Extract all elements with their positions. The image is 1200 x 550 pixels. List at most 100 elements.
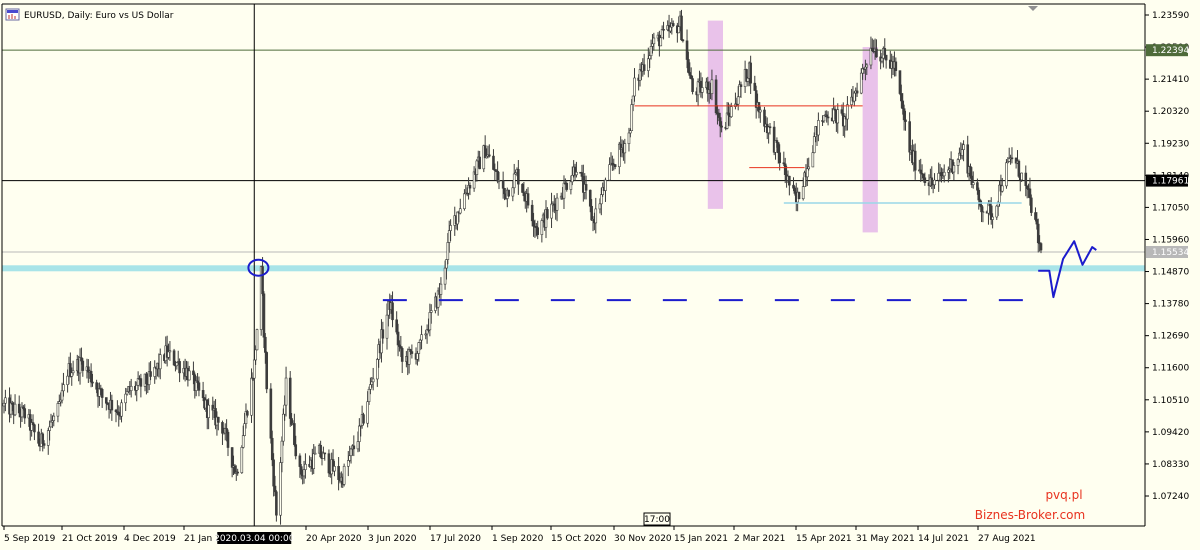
candle-body (898, 70, 902, 94)
candle-body (981, 211, 985, 213)
candle-body (298, 455, 302, 467)
candle-body (272, 459, 275, 487)
candle-body (565, 183, 569, 190)
candle-body (366, 401, 369, 424)
candle-body (66, 375, 69, 385)
candle-body (651, 43, 654, 47)
candle-body (46, 430, 50, 446)
candle-body (600, 194, 603, 205)
chart-window[interactable]: 1.235901.225001.214101.203201.192301.181… (0, 0, 1200, 550)
candle-body (149, 371, 152, 377)
candle-body (801, 186, 805, 200)
x-tick-label: 14 Jul 2021 (918, 534, 969, 544)
candle-body (275, 491, 278, 516)
candle-body (749, 62, 752, 84)
candle-body (922, 173, 925, 179)
candle-body (714, 79, 718, 114)
candle-body (478, 156, 481, 170)
candle-body (395, 319, 398, 333)
candle-body (594, 208, 598, 224)
candle-body (840, 109, 844, 114)
candle-body (913, 150, 917, 171)
candle-body (659, 37, 663, 47)
candle-body (333, 466, 336, 472)
candle-body (483, 145, 487, 159)
candle-body (875, 48, 878, 58)
candle-body (952, 165, 956, 173)
price-chart[interactable]: 1.235901.225001.214101.203201.192301.181… (0, 0, 1200, 550)
candle-body (604, 179, 607, 191)
y-tick-label: 1.20320 (1152, 107, 1189, 117)
candle-body (252, 359, 256, 379)
candle-body (420, 334, 423, 341)
candle (265, 351, 269, 394)
candle-body (201, 390, 205, 399)
candle-body (788, 175, 791, 186)
candle-body (175, 362, 179, 367)
candle-body (793, 187, 797, 194)
candle-body (812, 136, 816, 153)
candle-body (125, 391, 129, 395)
candle-body (859, 72, 863, 94)
candle-body (669, 26, 672, 32)
candle-body (783, 163, 787, 175)
candle-body (304, 463, 307, 470)
chart-background (0, 0, 1200, 550)
x-tick-label: 17 Jul 2020 (430, 534, 481, 544)
candle-body (80, 357, 83, 362)
candle-body (633, 77, 636, 97)
candle (521, 183, 524, 193)
candle-body (319, 444, 322, 458)
y-tick-label: 1.12690 (1152, 332, 1189, 342)
candle-body (158, 354, 162, 370)
candle-body (410, 351, 414, 354)
candle-body (662, 29, 665, 31)
candle-body (129, 385, 133, 391)
candle-body (969, 166, 972, 177)
candle-body (416, 353, 419, 360)
candle-body (649, 46, 653, 57)
candle-body (933, 179, 936, 186)
candle-body (145, 373, 148, 385)
candle-body (811, 152, 815, 168)
candle-body (778, 152, 781, 164)
candle (1030, 194, 1033, 216)
candle-body (629, 130, 632, 134)
candle-body (348, 455, 351, 461)
candle-body (56, 403, 60, 417)
y-tick-label: 1.13780 (1152, 300, 1189, 310)
candle-body (902, 108, 906, 121)
candle-body (261, 266, 264, 295)
candle-body (691, 78, 694, 92)
candle-body (937, 172, 940, 181)
watermark-line-1: pvq.pl (1045, 488, 1082, 502)
price-label-text: 1.15534 (1152, 248, 1189, 258)
candle-body (428, 312, 432, 331)
candle-body (358, 425, 361, 442)
candle-body (417, 342, 421, 354)
candle-body (313, 452, 317, 455)
candle-body (225, 428, 228, 433)
candle-body (681, 39, 685, 42)
candle-body (904, 119, 907, 122)
candle-body (349, 448, 353, 457)
candle-body (1025, 185, 1029, 189)
y-tick-label: 1.07240 (1152, 492, 1189, 502)
crosshair-date-label: 2020.03.04 00:00 (214, 534, 295, 544)
candle-body (302, 469, 306, 477)
candle-body (370, 381, 374, 385)
candle-body (627, 132, 631, 144)
candle-body (562, 182, 566, 199)
x-tick-label: 15 Apr 2021 (796, 534, 852, 544)
candle-body (62, 384, 65, 392)
candle-body (689, 75, 693, 79)
candle-body (288, 377, 292, 419)
x-tick-label: 3 Jun 2020 (368, 534, 417, 544)
candle-body (327, 453, 331, 474)
candle-body (648, 55, 652, 60)
candle (898, 70, 902, 96)
candle-body (836, 109, 840, 124)
candle-body (342, 465, 346, 485)
candle-body (710, 79, 714, 94)
x-tick-label: 27 Aug 2021 (978, 534, 1036, 544)
